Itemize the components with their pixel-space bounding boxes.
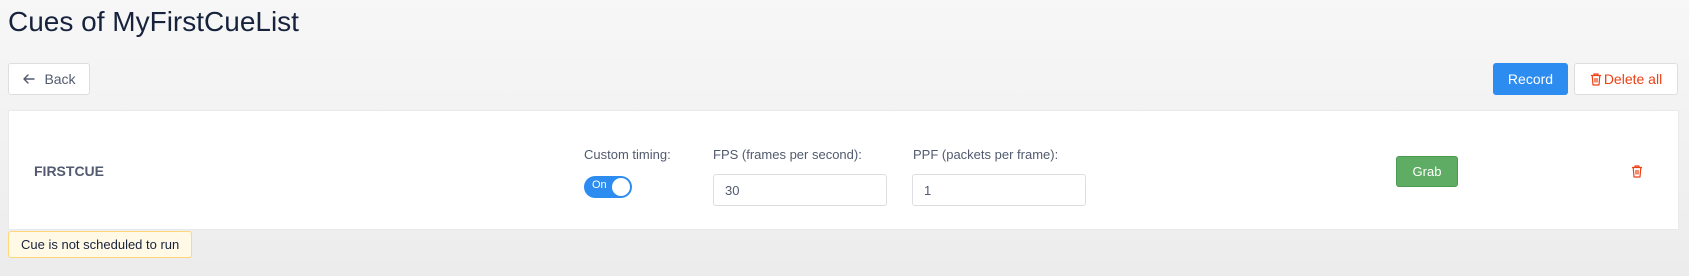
status-badge: Cue is not scheduled to run [8,231,193,258]
arrow-left-icon [22,72,36,86]
trash-icon [1590,72,1602,86]
ppf-input[interactable] [912,174,1086,206]
delete-all-label: Delete all [1603,71,1663,87]
cue-panel: FIRSTCUE Custom timing: On FPS (frames p… [8,110,1679,230]
page-title: Cues of MyFirstCueList [8,6,299,37]
fps-input[interactable] [713,174,887,206]
switch-state-text: On [592,179,607,191]
back-button[interactable]: Back [8,63,90,95]
back-button-label: Back [44,71,76,87]
fps-label: FPS (frames per second): [713,147,862,162]
cue-name: FIRSTCUE [34,163,104,179]
trash-icon[interactable] [1629,163,1645,179]
switch-knob [612,178,630,196]
record-button[interactable]: Record [1493,63,1568,95]
custom-timing-label: Custom timing: [584,147,671,162]
grab-button[interactable]: Grab [1396,156,1458,187]
custom-timing-switch[interactable]: On [584,176,632,198]
delete-all-button[interactable]: Delete all [1574,63,1678,95]
ppf-label: PPF (packets per frame): [913,147,1059,162]
